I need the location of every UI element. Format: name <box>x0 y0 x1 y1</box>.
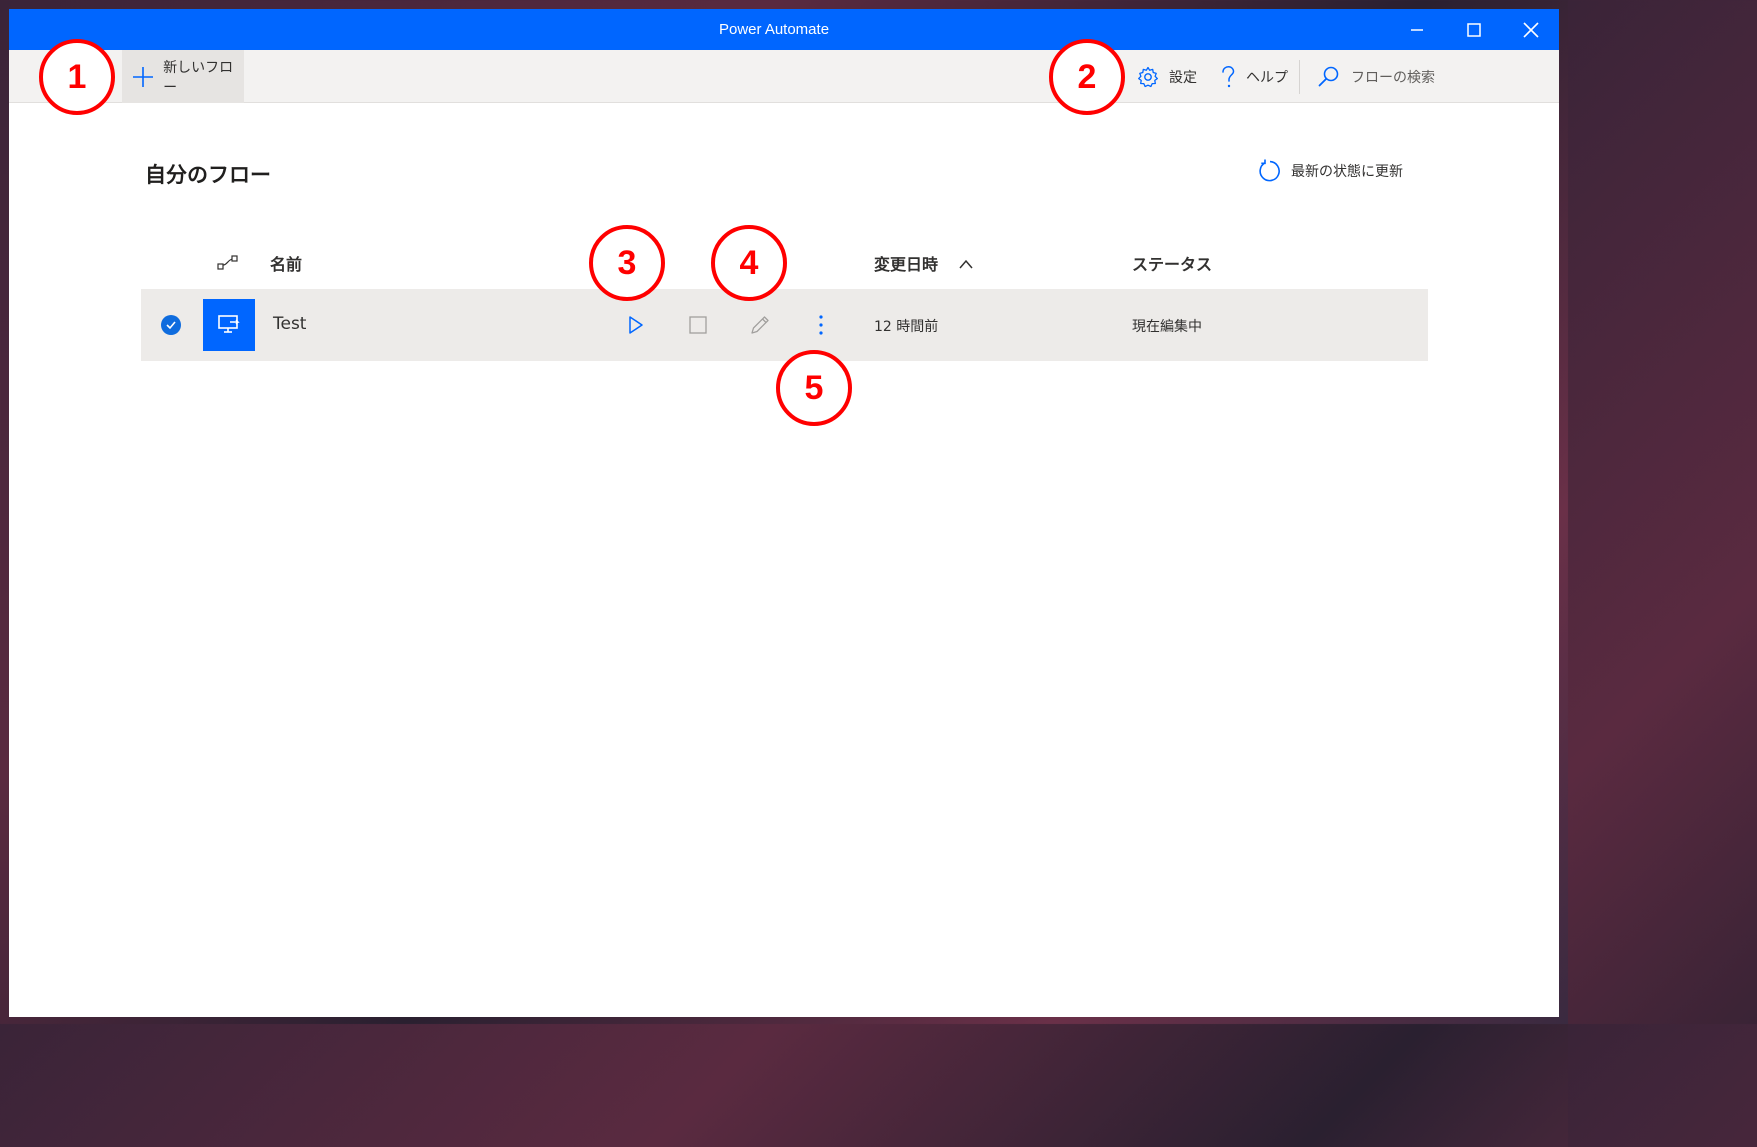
row-select-checkbox[interactable] <box>161 315 181 335</box>
maximize-icon <box>1467 22 1481 37</box>
app-window: Power Automate 新しいフロー 設定 ヘルプ フローの検索 自分のフ… <box>9 9 1559 1017</box>
desktop-flow-icon <box>218 315 240 333</box>
column-header-name[interactable]: 名前 <box>270 251 302 275</box>
settings-label: 設定 <box>1169 69 1197 86</box>
refresh-icon <box>1259 159 1280 182</box>
new-flow-label: 新しいフロー <box>163 59 234 96</box>
plus-icon <box>133 66 153 87</box>
minimize-icon <box>1411 28 1423 31</box>
help-icon <box>1222 65 1235 87</box>
minimize-button[interactable] <box>1391 9 1443 50</box>
annotation-badge-5: 5 <box>776 350 852 426</box>
run-button[interactable] <box>624 313 648 337</box>
command-bar: 新しいフロー 設定 ヘルプ フローの検索 <box>9 50 1559 103</box>
more-icon <box>819 315 823 335</box>
flow-search-box[interactable]: フローの検索 <box>1317 50 1435 103</box>
annotation-badge-3: 3 <box>589 225 665 301</box>
edit-icon <box>751 316 769 334</box>
flow-type-icon <box>217 255 238 270</box>
edit-button[interactable] <box>748 313 772 337</box>
desktop-flow-tile <box>203 299 255 351</box>
flow-status: 現在編集中 <box>1132 319 1202 335</box>
stop-button[interactable] <box>686 313 710 337</box>
gear-icon <box>1138 66 1158 87</box>
column-header-modified[interactable]: 変更日時 <box>874 251 974 275</box>
title-bar[interactable]: Power Automate <box>9 9 1559 50</box>
sort-asc-icon <box>959 259 973 269</box>
close-icon <box>1523 21 1539 38</box>
help-label: ヘルプ <box>1246 69 1288 86</box>
toolbar-divider <box>1299 60 1300 94</box>
annotation-badge-2: 2 <box>1049 39 1125 115</box>
refresh-label: 最新の状態に更新 <box>1291 164 1403 180</box>
refresh-button[interactable]: 最新の状態に更新 <box>1257 159 1403 183</box>
annotation-badge-4: 4 <box>711 225 787 301</box>
maximize-button[interactable] <box>1448 9 1500 50</box>
check-icon <box>166 321 176 330</box>
search-icon <box>1318 66 1339 86</box>
column-header-status[interactable]: ステータス <box>1132 251 1212 275</box>
run-icon <box>629 316 643 334</box>
flow-row[interactable]: Test 12 時間前 現在編集中 <box>141 289 1428 361</box>
flow-type-column-icon <box>216 253 240 277</box>
flow-name[interactable]: Test <box>273 314 306 334</box>
search-placeholder: フローの検索 <box>1351 69 1435 86</box>
column-header-modified-label: 変更日時 <box>874 255 939 274</box>
window-title: Power Automate <box>718 21 830 38</box>
new-flow-button[interactable]: 新しいフロー <box>122 50 244 103</box>
settings-button[interactable]: 設定 <box>1137 50 1197 103</box>
annotation-badge-1: 1 <box>39 39 115 115</box>
more-actions-button[interactable] <box>809 313 833 337</box>
stop-icon <box>689 316 707 334</box>
page-title: 自分のフロー <box>145 163 271 187</box>
close-button[interactable] <box>1505 9 1557 50</box>
flow-modified: 12 時間前 <box>874 319 939 335</box>
help-button[interactable]: ヘルプ <box>1220 50 1288 103</box>
